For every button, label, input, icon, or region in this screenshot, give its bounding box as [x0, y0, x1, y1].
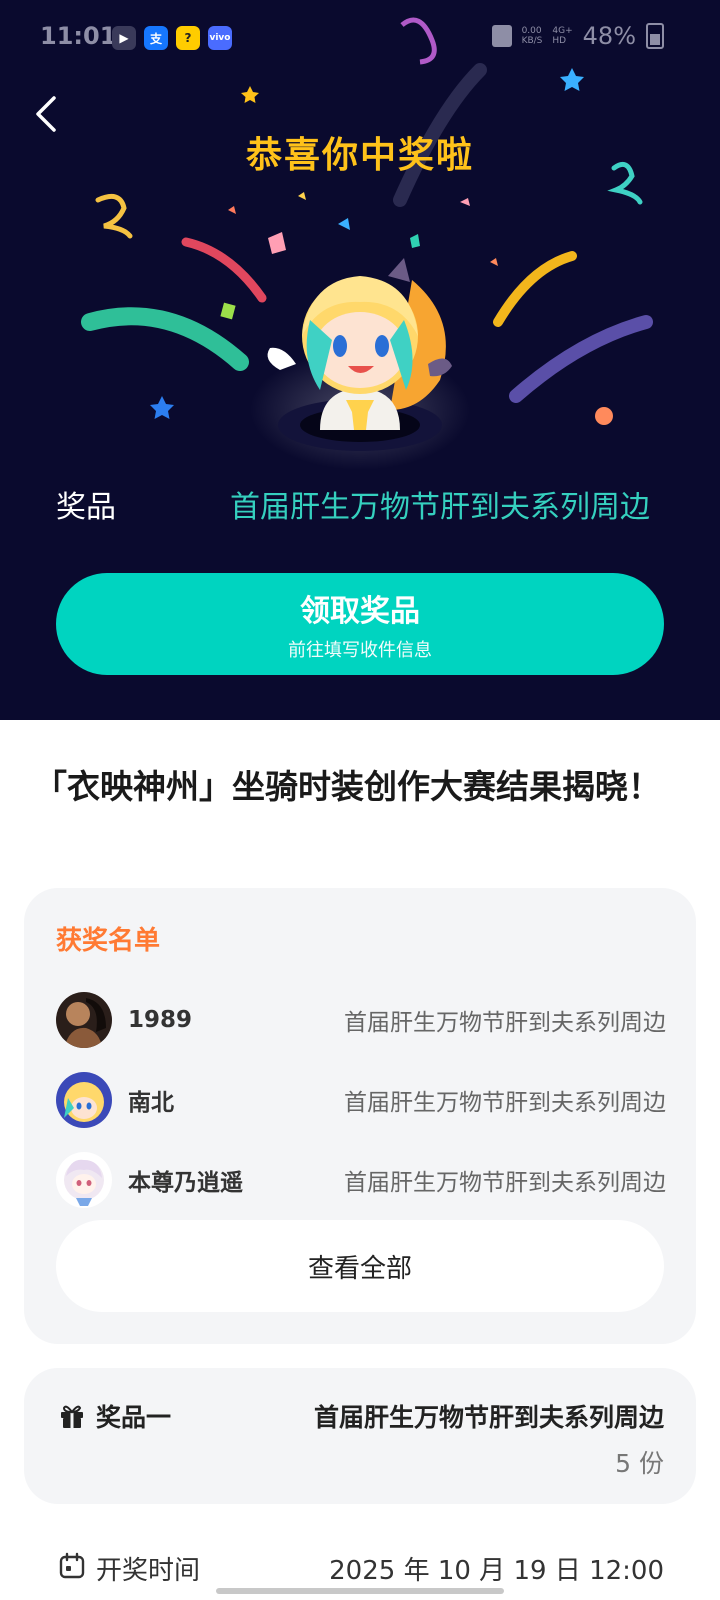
winner-prize: 首届肝生万物节肝到夫系列周边	[344, 1090, 666, 1116]
winner-name: 1989	[128, 1007, 193, 1033]
mascot-illustration	[250, 258, 470, 470]
hero-title: 恭喜你中奖啦	[245, 135, 474, 176]
article-title: 「衣映神州」坐骑时装创作大赛结果揭晓！	[34, 767, 661, 806]
winner-row[interactable]: 1989 首届肝生万物节肝到夫系列周边	[56, 980, 666, 1060]
winner-name: 本尊乃逍遥	[128, 1170, 243, 1196]
hero-banner: 11:01 ▶ 支 ? vivo 0.00 KB/S 4G+ HD 48% 恭喜…	[0, 0, 720, 720]
avatar	[56, 1152, 112, 1208]
prize-name: 首届肝生万物节肝到夫系列周边	[313, 1403, 664, 1432]
hero-prize-row: 奖品 首届肝生万物节肝到夫系列周边	[56, 480, 650, 528]
prize-label: 奖品一	[96, 1403, 172, 1432]
claim-button-title: 领取奖品	[300, 594, 420, 629]
winners-card: 获奖名单 1989 首届肝生万物节肝到夫系列周边 南北 首届肝生万物节肝到夫系列	[24, 888, 696, 1344]
prize-info-card: 奖品一 首届肝生万物节肝到夫系列周边 5 份	[24, 1368, 696, 1504]
claim-button-subtitle: 前往填写收件信息	[288, 640, 432, 661]
winner-prize: 首届肝生万物节肝到夫系列周边	[344, 1010, 666, 1036]
avatar	[56, 1072, 112, 1128]
winner-list: 1989 首届肝生万物节肝到夫系列周边 南北 首届肝生万物节肝到夫系列周边 本尊…	[56, 980, 666, 1220]
gift-icon	[61, 1405, 83, 1428]
winner-prize: 首届肝生万物节肝到夫系列周边	[344, 1170, 666, 1196]
winner-row[interactable]: 本尊乃逍遥 首届肝生万物节肝到夫系列周边	[56, 1140, 666, 1220]
draw-time-row: 开奖时间 2025 年 10 月 19 日 12:00	[24, 1540, 696, 1590]
winners-heading: 获奖名单	[56, 926, 161, 956]
calendar-icon	[59, 1552, 85, 1579]
draw-time-label: 开奖时间	[96, 1556, 201, 1586]
home-indicator[interactable]	[216, 1588, 504, 1594]
hero-prize-value: 首届肝生万物节肝到夫系列周边	[230, 490, 650, 525]
winner-row[interactable]: 南北 首届肝生万物节肝到夫系列周边	[56, 1060, 666, 1140]
prize-quantity: 5 份	[615, 1449, 664, 1478]
claim-prize-button[interactable]: 领取奖品 前往填写收件信息	[56, 573, 664, 675]
hero-prize-label: 奖品	[56, 490, 116, 525]
view-all-button[interactable]: 查看全部	[56, 1220, 664, 1312]
draw-time-value: 2025 年 10 月 19 日 12:00	[329, 1556, 664, 1586]
avatar	[56, 992, 112, 1048]
winner-name: 南北	[128, 1090, 174, 1116]
